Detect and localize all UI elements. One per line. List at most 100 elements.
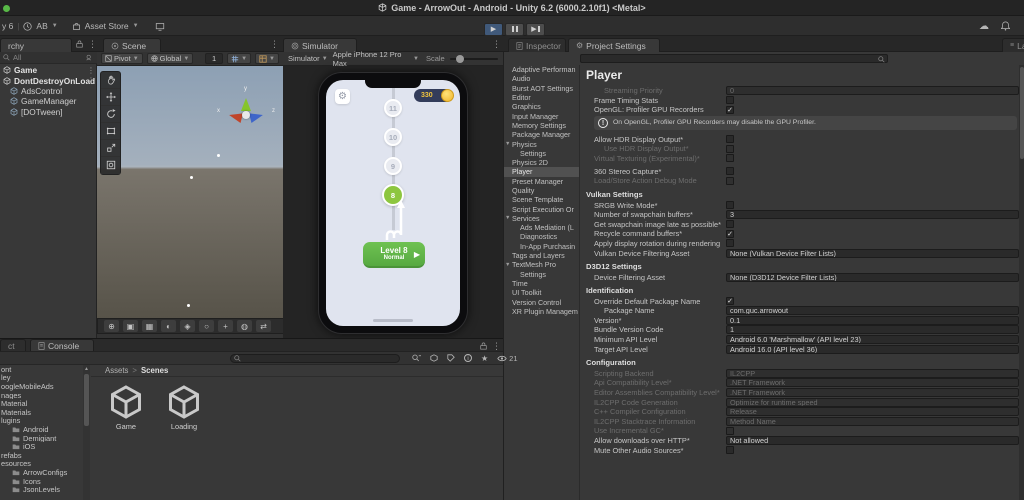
settings-nav-item-ads-mediation-l[interactable]: Ads Mediation (L	[504, 223, 579, 232]
tab-project-fragment[interactable]: ct	[0, 339, 26, 351]
grid-size-field[interactable]: 1	[205, 53, 224, 64]
tab-inspector[interactable]: Inspector	[508, 38, 566, 52]
search-by-type-icon[interactable]	[412, 354, 421, 362]
project-tree-item[interactable]: esources	[0, 460, 89, 469]
scene-visibility-icon[interactable]	[86, 54, 94, 61]
setting-checkbox[interactable]	[726, 135, 734, 144]
transform-tool-icon[interactable]	[101, 157, 120, 174]
project-tree-item[interactable]: Material	[0, 399, 89, 408]
setting-checkbox[interactable]	[726, 201, 734, 210]
setting-checkbox[interactable]	[726, 96, 734, 105]
level-node-10[interactable]: 10	[384, 128, 402, 146]
settings-gear-button[interactable]: ⚙	[335, 89, 350, 104]
device-dropdown[interactable]: Apple iPhone 12 Pro Max ▼	[333, 50, 419, 68]
setting-checkbox[interactable]	[726, 220, 734, 229]
hierarchy-search-bar[interactable]: All	[0, 52, 97, 64]
textures-icon[interactable]: ▦	[142, 320, 157, 332]
level-node-11[interactable]: 11	[384, 99, 402, 117]
hierarchy-item[interactable]: DontDestroyOnLoad ⋮	[0, 75, 97, 86]
pivot-dropdown[interactable]: Pivot ▼	[101, 53, 143, 64]
settings-nav-item-physics-2d[interactable]: Physics 2D	[504, 158, 579, 167]
layers-icon[interactable]: ◈	[180, 320, 195, 332]
grid-visibility-dropdown[interactable]: ▼	[255, 53, 279, 64]
gizmo-z-axis[interactable]	[249, 108, 269, 124]
hidden-count-badge[interactable]: 21	[497, 354, 518, 363]
settings-nav-item-xr-plugin-managem[interactable]: XR Plugin Managem	[504, 307, 579, 316]
pause-button[interactable]	[505, 22, 524, 36]
settings-nav-item-memory-settings[interactable]: Memory Settings	[504, 121, 579, 130]
macos-zoom-button[interactable]	[3, 4, 10, 12]
step-button[interactable]: ▶	[526, 22, 545, 36]
breadcrumb-current[interactable]: Scenes	[141, 366, 168, 375]
project-tree-item[interactable]: refabs	[0, 451, 89, 460]
sprites-icon[interactable]: ◍	[237, 320, 252, 332]
panel-menu-icon[interactable]: ⋮	[88, 39, 97, 50]
project-tree-item[interactable]: lugins	[0, 417, 89, 426]
play-button[interactable]: ▶	[484, 22, 503, 36]
scroll-up-arrow-icon[interactable]: ▲	[83, 365, 90, 373]
setting-checkbox[interactable]: ✓	[726, 105, 734, 114]
foldout-arrow-icon[interactable]: ▼	[505, 262, 510, 268]
camera-icon[interactable]: ▣	[123, 320, 138, 332]
project-search-input[interactable]	[230, 354, 400, 363]
tree-scrollbar-thumb[interactable]	[84, 374, 89, 426]
settings-nav-item-script-execution-or[interactable]: Script Execution Or	[504, 204, 579, 214]
account-dropdown[interactable]: AB	[36, 21, 47, 31]
settings-nav-item-graphics[interactable]: Graphics	[504, 102, 579, 111]
panel-menu-icon[interactable]: ⋮	[492, 341, 501, 352]
settings-nav-item-player[interactable]: Player	[504, 167, 579, 177]
panel-menu-icon[interactable]: ⋮	[492, 39, 501, 50]
label-filter-icon[interactable]	[447, 354, 455, 362]
move-icon[interactable]: +	[218, 320, 233, 332]
setting-field[interactable]: Not allowed	[726, 435, 1019, 445]
level-start-button[interactable]: Level 8 Normal ▶	[363, 242, 425, 268]
scene-asset[interactable]: Game	[105, 384, 147, 500]
asset-store-dropdown[interactable]: Asset Store	[85, 21, 129, 31]
project-tree-item[interactable]: ont	[0, 365, 89, 374]
settings-nav-item-settings[interactable]: Settings	[504, 149, 579, 158]
project-tree-item[interactable]: JsonLevels	[0, 485, 89, 494]
gizmo-center[interactable]	[242, 111, 250, 119]
scene-asset[interactable]: Loading	[163, 384, 205, 500]
project-tree-item[interactable]: ley	[0, 374, 89, 383]
setting-checkbox[interactable]	[726, 239, 734, 248]
settings-nav-item-version-control[interactable]: Version Control	[504, 297, 579, 307]
project-tree-item[interactable]: Materials	[0, 408, 89, 417]
setting-field[interactable]: 3	[726, 210, 1019, 220]
breadcrumb-root[interactable]: Assets	[105, 366, 128, 375]
cloud-icon[interactable]: ☁	[979, 21, 989, 32]
project-tree-item[interactable]: nages	[0, 391, 89, 400]
project-tree-item[interactable]: ArrowConfigs	[0, 468, 89, 477]
setting-field[interactable]: Android 16.0 (API level 36)	[726, 344, 1019, 354]
scale-slider-thumb[interactable]	[455, 54, 464, 63]
history-icon[interactable]	[23, 21, 33, 31]
snap-dropdown[interactable]: ▼	[227, 53, 252, 64]
settings-nav-item-time[interactable]: Time	[504, 279, 579, 288]
info-icon[interactable]: i	[464, 354, 472, 362]
notifications-bell-icon[interactable]	[1001, 21, 1010, 31]
settings-nav-item-input-manager[interactable]: Input Manager	[504, 111, 579, 121]
settings-nav-item-ui-toolkit[interactable]: UI Toolkit	[504, 288, 579, 297]
game-screen[interactable]: 11 10 9 8 ⚙ 330 Level 8 Normal ▶	[326, 80, 460, 326]
settings-nav-item-burst-aot-settings[interactable]: Burst AOT Settings	[504, 84, 579, 93]
simulator-menu-dropdown[interactable]: Simulator ▼	[288, 54, 328, 63]
settings-nav-item-settings[interactable]: Settings	[504, 270, 579, 279]
item-menu-icon[interactable]: ⋮	[87, 66, 95, 75]
hand-tool-icon[interactable]	[101, 72, 120, 89]
setting-checkbox[interactable]: ✓	[726, 229, 734, 238]
pan-icon[interactable]: ⊕	[104, 320, 119, 332]
project-tree-item[interactable]: Demigiant	[0, 434, 89, 442]
settings-search-input[interactable]	[580, 54, 888, 63]
settings-scrollbar[interactable]	[1019, 65, 1024, 500]
shuffle-icon[interactable]: ⇄	[256, 320, 271, 332]
settings-nav-item-textmesh-pro[interactable]: ▼ TextMesh Pro	[504, 260, 579, 269]
setting-checkbox[interactable]	[726, 446, 734, 455]
setting-field[interactable]: Android 6.0 'Marshmallow' (API level 23)	[726, 335, 1019, 345]
settings-nav-item-quality[interactable]: Quality	[504, 186, 579, 195]
gizmo-y-axis[interactable]	[241, 93, 251, 111]
settings-nav-item-services[interactable]: ▼ Services	[504, 214, 579, 223]
settings-nav-item-diagnostics[interactable]: Diagnostics	[504, 232, 579, 241]
hierarchy-item[interactable]: [DOTween]	[0, 107, 97, 117]
orientation-gizmo[interactable]: y x z	[217, 86, 275, 138]
zoom-icon[interactable]: ○	[199, 320, 214, 332]
